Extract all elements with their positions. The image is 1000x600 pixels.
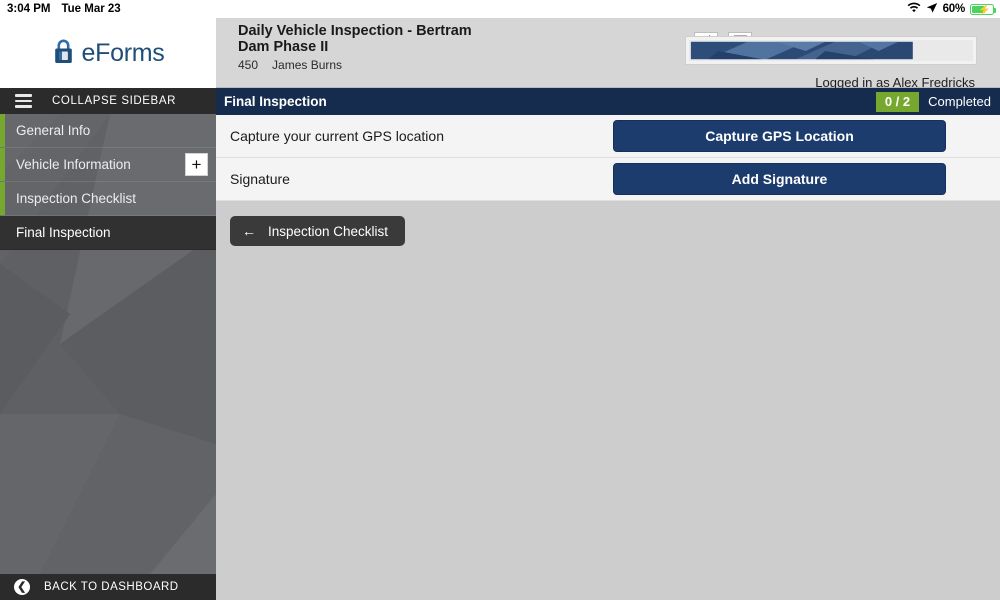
sidebar-item-general-info[interactable]: General Info <box>0 114 216 148</box>
circle-left-arrow-icon: ❮ <box>14 579 30 595</box>
battery-percent: 60% <box>942 3 966 15</box>
form-number: 450 <box>238 58 259 72</box>
padlock-icon <box>52 37 75 70</box>
footer-nav: ← Inspection Checklist <box>216 201 1000 246</box>
battery-charging-icon: ⚡ <box>970 3 996 16</box>
hamburger-icon <box>15 94 32 108</box>
add-vehicle-button[interactable]: + <box>185 153 208 176</box>
app-logo-text: eForms <box>81 38 165 67</box>
main-content: Daily Vehicle Inspection - Bertram Dam P… <box>216 18 1000 600</box>
app-root: 3:04 PM Tue Mar 23 60% ⚡ eForms COLLAPSE… <box>0 0 1000 600</box>
sidebar-item-vehicle-information[interactable]: Vehicle Information + <box>0 148 216 182</box>
form-subtitle: 450 James Burns <box>238 58 488 72</box>
company-banner-image <box>685 36 977 65</box>
collapse-sidebar-label: COLLAPSE SIDEBAR <box>52 95 177 107</box>
section-progress: 0 / 2 Completed <box>875 88 991 115</box>
row-label: Signature <box>230 171 290 187</box>
location-arrow-icon <box>926 2 938 17</box>
status-indicator-bar <box>0 148 5 181</box>
form-row-gps: Capture your current GPS location Captur… <box>216 115 1000 158</box>
status-indicator-bar <box>0 114 5 147</box>
completed-label: Completed <box>928 94 991 109</box>
form-rows: Capture your current GPS location Captur… <box>216 115 1000 201</box>
capture-gps-location-button[interactable]: Capture GPS Location <box>613 120 946 152</box>
sidebar: eForms COLLAPSE SIDEBAR General Info Veh… <box>0 18 216 600</box>
page-title: Daily Vehicle Inspection - Bertram Dam P… <box>238 23 472 55</box>
status-bar-left: 3:04 PM Tue Mar 23 <box>0 3 121 15</box>
progress-badge: 0 / 2 <box>875 91 920 112</box>
sidebar-item-label: General Info <box>16 123 91 138</box>
left-arrow-icon: ← <box>242 223 256 239</box>
section-title: Final Inspection <box>224 94 327 109</box>
section-header: Final Inspection 0 / 2 Completed <box>216 88 1000 115</box>
sidebar-item-final-inspection[interactable]: Final Inspection <box>0 216 216 250</box>
app-logo: eForms <box>0 18 216 88</box>
form-row-signature: Signature Add Signature <box>216 158 1000 201</box>
sidebar-item-label: Final Inspection <box>16 225 111 240</box>
form-header: Daily Vehicle Inspection - Bertram Dam P… <box>216 18 1000 90</box>
back-to-inspection-checklist-button[interactable]: ← Inspection Checklist <box>230 216 406 246</box>
back-to-dashboard-label: BACK TO DASHBOARD <box>44 581 179 593</box>
status-date: Tue Mar 23 <box>61 3 121 15</box>
form-owner-name: James Burns <box>272 58 343 72</box>
status-indicator-bar <box>0 182 5 215</box>
sidebar-item-label: Inspection Checklist <box>16 191 137 206</box>
sidebar-nav: General Info Vehicle Information + Inspe… <box>0 114 216 250</box>
add-signature-button[interactable]: Add Signature <box>613 163 946 195</box>
wifi-icon <box>907 2 921 16</box>
status-bar-right: 60% ⚡ <box>907 0 996 18</box>
ios-status-bar: 3:04 PM Tue Mar 23 60% ⚡ <box>0 0 1000 18</box>
status-time: 3:04 PM <box>7 3 51 15</box>
collapse-sidebar-button[interactable]: COLLAPSE SIDEBAR <box>0 88 216 114</box>
title-block: Daily Vehicle Inspection - Bertram Dam P… <box>238 23 488 72</box>
row-label: Capture your current GPS location <box>230 128 444 144</box>
sidebar-item-inspection-checklist[interactable]: Inspection Checklist <box>0 182 216 216</box>
sidebar-item-label: Vehicle Information <box>16 157 131 172</box>
back-button-label: Inspection Checklist <box>268 223 389 239</box>
back-to-dashboard-button[interactable]: ❮ BACK TO DASHBOARD <box>0 574 216 600</box>
